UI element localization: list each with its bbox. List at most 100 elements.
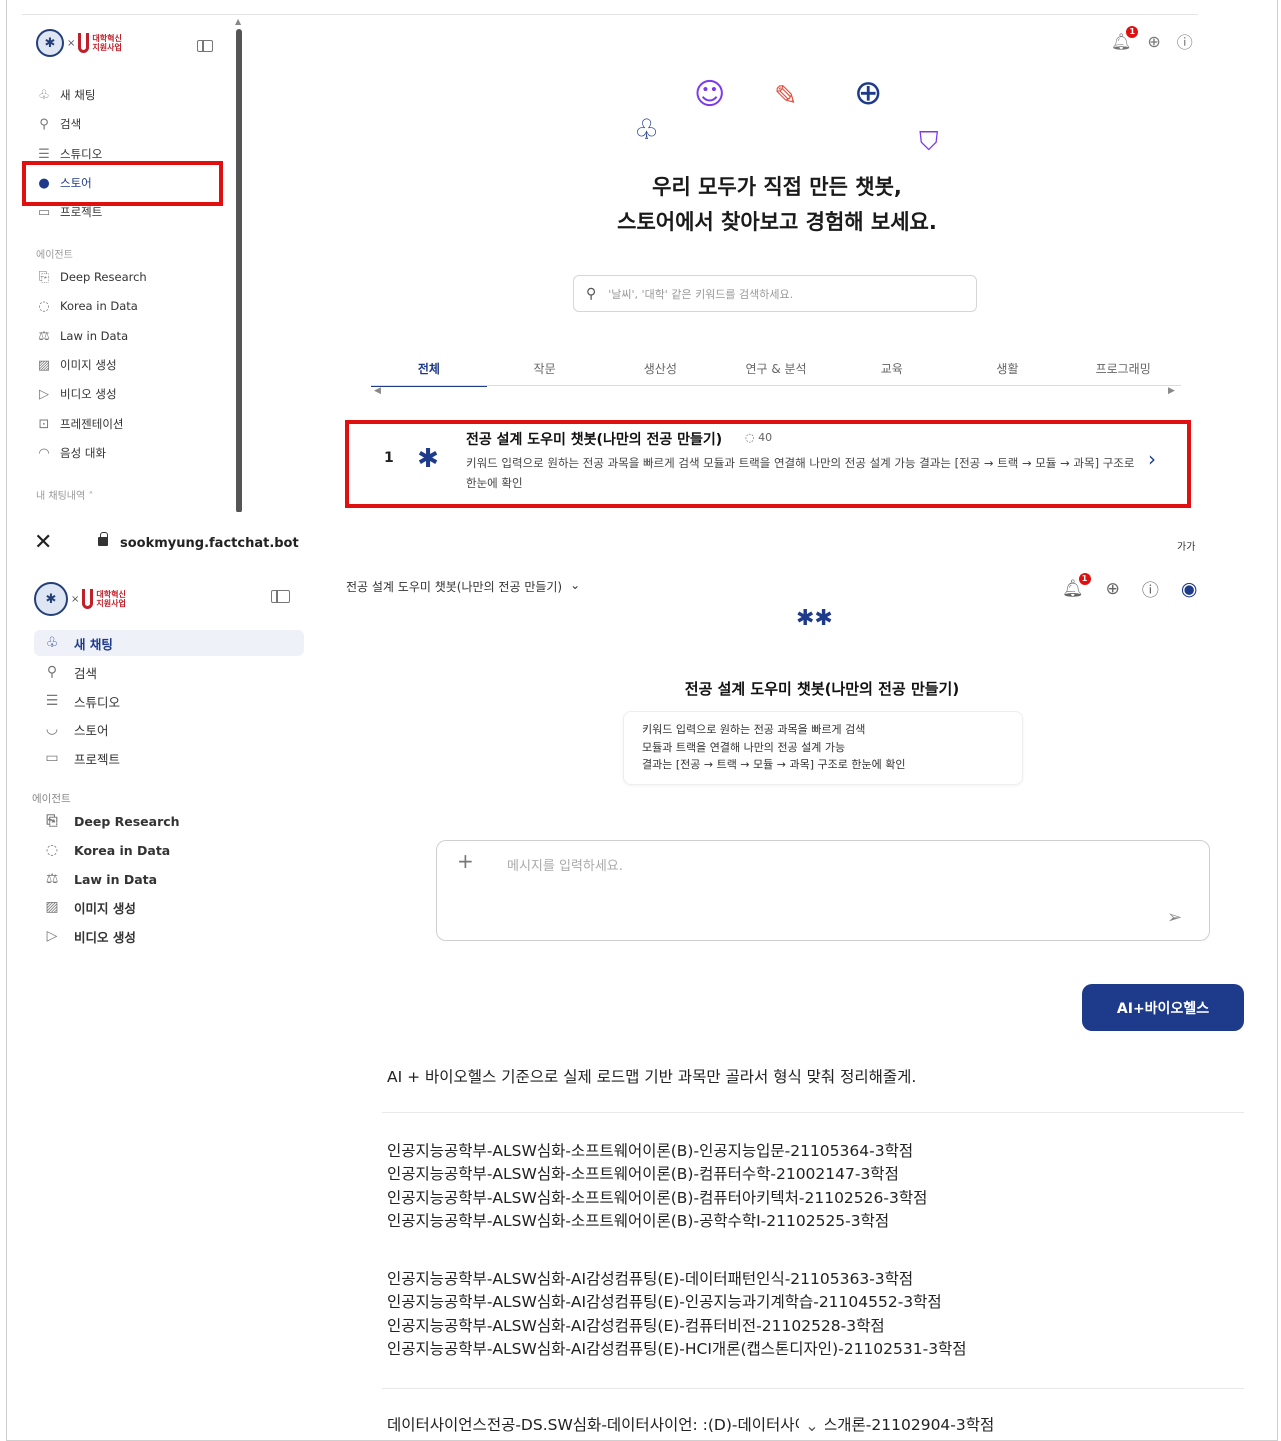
header-icons: 🔔︎ 1 ⊕ ⓘ ◉: [1062, 572, 1198, 601]
message-input[interactable]: 메시지를 입력하세요.: [507, 855, 623, 874]
tab-productivity[interactable]: 생산성: [602, 360, 718, 387]
notification-badge: 1: [1078, 572, 1091, 585]
deep-research-icon: ⎘: [46, 813, 58, 829]
help-icon[interactable]: ⓘ: [1177, 29, 1193, 53]
course-line: 인공지능공학부-ALSW심화-소프트웨어이론(B)-인공지능입문-2110536…: [387, 1142, 914, 1160]
sidebar-item-law-in-data[interactable]: ⚖ Law in Data: [34, 866, 304, 892]
highlight-chatbot: [345, 420, 1191, 508]
lightbulb-icon: ♧: [634, 113, 660, 146]
sidebar-item-video[interactable]: ▷ 비디오 생성: [36, 383, 117, 405]
course-line: 인공지능공학부-ALSW심화-AI감성컴퓨팅(E)-인공지능과기계학습-2110…: [387, 1293, 942, 1312]
sidebar-item-presentation[interactable]: ⊡ 프레젠테이션: [36, 413, 124, 435]
sidebar-item-search[interactable]: ⚲ 검색: [34, 659, 304, 685]
notification-badge: 1: [1126, 25, 1139, 38]
video-icon: ▷: [46, 928, 58, 944]
divider: [382, 1388, 1244, 1389]
new-chat-icon: ♧: [38, 87, 50, 103]
scroll-down-icon[interactable]: ⌄: [799, 1416, 825, 1435]
highlight-store: [22, 161, 223, 206]
bell-icon[interactable]: 🔔︎ 1: [1062, 572, 1091, 599]
send-icon[interactable]: ➢: [1167, 907, 1182, 928]
course-line: 인공지능공학부-ALSW심화-AI감성컴퓨팅(E)-데이터패턴인식-211053…: [387, 1270, 914, 1288]
message-composer[interactable]: + 메시지를 입력하세요. ➢: [436, 840, 1210, 941]
presentation-icon: ⊡: [38, 416, 50, 432]
video-icon: ▷: [39, 386, 49, 402]
chatbot-selector[interactable]: 전공 설계 도우미 챗봇(나만의 전공 만들기) ⌄: [346, 578, 580, 595]
sidebar-toggle-icon[interactable]: [271, 590, 290, 603]
sidebar-item-deep-research[interactable]: ⎘ Deep Research: [36, 266, 147, 288]
sidebar-item-store[interactable]: ◡ 스토어: [34, 716, 304, 742]
sidebar-item-new-chat[interactable]: ♧ 새 채팅: [36, 84, 95, 106]
globe-icon[interactable]: ⊕: [1106, 579, 1120, 599]
plus-icon[interactable]: +: [457, 849, 474, 873]
sidebar-item-korea-in-data[interactable]: ◌ Korea in Data: [34, 837, 304, 863]
url-text[interactable]: sookmyung.factchat.bot: [120, 536, 299, 551]
course-line: 인공지능공학부-ALSW심화-소프트웨어이론(B)-컴퓨터아키텍처-211025…: [387, 1188, 928, 1207]
scroll-right-icon[interactable]: ▶: [1168, 386, 1175, 396]
chevron-down-icon: ⌄: [570, 578, 581, 592]
course-line: 인공지능공학부-ALSW심화-AI감성컴퓨팅(E)-컴퓨터비전-21102528…: [387, 1316, 885, 1335]
sidebar-item-image[interactable]: ▨ 이미지 생성: [36, 354, 117, 376]
image-icon: ▨: [45, 899, 59, 915]
browser-bar: ✕ sookmyung.factchat.bot 가가: [22, 528, 1218, 564]
sidebar-item-voice[interactable]: ◠ 음성 대화: [36, 442, 106, 464]
tab-programming[interactable]: 프로그래밍: [1065, 360, 1181, 387]
tab-divider: [371, 385, 1181, 386]
sidebar-item-search[interactable]: ⚲ 검색: [36, 113, 81, 135]
globe-deco-icon: ⊕: [854, 73, 883, 113]
pencil-icon: ✎: [774, 79, 798, 112]
store-icon: ◡: [45, 721, 59, 737]
scroll-left-icon[interactable]: ◀: [374, 386, 381, 396]
hero-heading: 우리 모두가 직접 만든 챗봇, 스토어에서 찾아보고 경험해 보세요.: [617, 175, 937, 234]
sidebar-item-project[interactable]: ▭ 프로젝트: [34, 745, 304, 771]
sidebar-scrollbar[interactable]: [236, 29, 242, 512]
bot-description: 키워드 입력으로 원하는 전공 과목을 빠르게 검색 모듈과 트랙을 연결해 나…: [623, 711, 1023, 785]
bot-title: 전공 설계 도우미 챗봇(나만의 전공 만들기): [684, 680, 960, 698]
help-icon[interactable]: ⓘ: [1142, 576, 1159, 601]
bot-avatar-icon: ✱✱: [796, 606, 833, 631]
korea-data-icon: ◌: [38, 298, 50, 314]
university-logo[interactable]: ✱ × 대학혁신 지원사업: [34, 582, 126, 616]
search-icon: ⚲: [39, 116, 49, 132]
history-section-label[interactable]: 내 채팅내역 ˄: [36, 487, 93, 502]
studio-icon: ☰: [38, 146, 50, 162]
sidebar-toggle-icon[interactable]: [197, 40, 213, 52]
folder-icon: ▭: [37, 204, 51, 220]
text-size-button[interactable]: 가가: [1177, 538, 1195, 553]
university-logo[interactable]: ✱ × 대학혁신 지원사업: [36, 29, 122, 57]
sidebar-item-studio[interactable]: ☰ 스튜디오: [34, 688, 304, 714]
graduation-cap-icon: ⛉: [919, 127, 939, 157]
profile-icon[interactable]: ◉: [1181, 578, 1198, 600]
scroll-up-arrow-icon[interactable]: ▲: [235, 17, 241, 26]
tab-life[interactable]: 생활: [950, 360, 1066, 387]
user-message: AI+바이오헬스: [1082, 984, 1244, 1031]
tab-writing[interactable]: 작문: [487, 360, 603, 387]
course-line: 인공지능공학부-ALSW심화-소프트웨어이론(B)-컴퓨터수학-21002147…: [387, 1165, 899, 1184]
sidebar-item-new-chat[interactable]: ♧ 새 채팅: [34, 630, 304, 656]
top-icons: 🔔︎ 1 ⊕ ⓘ: [1111, 25, 1193, 53]
sidebar-item-korea-in-data[interactable]: ◌ Korea in Data: [36, 295, 138, 317]
scale-icon: ⚖: [38, 328, 50, 344]
lock-icon: [98, 532, 108, 546]
header-title: 전공 설계 도우미 챗봇(나만의 전공 만들기): [346, 580, 563, 594]
folder-icon: ▭: [45, 750, 59, 766]
sidebar-item-law-in-data[interactable]: ⚖ Law in Data: [36, 325, 128, 347]
sidebar-item-video[interactable]: ▷ 비디오 생성: [34, 923, 304, 949]
sidebar: ✱ × 대학혁신 지원사업 ♧ 새 채팅 ⚲ 검색 ☰ 스튜디오 ● 스토어 ▭ 프로젝트…: [22, 15, 232, 512]
globe-icon[interactable]: ⊕: [1147, 32, 1160, 51]
sidebar-item-image[interactable]: ▨ 이미지 생성: [34, 894, 304, 920]
tab-all[interactable]: 전체: [371, 360, 487, 387]
course-line-partial: 데이터사이언스전공-DS.SW심화-데이터사이언: :(D)-데이터사이언스개론…: [387, 1416, 995, 1434]
smile-icon: ☺: [694, 77, 726, 112]
tab-research[interactable]: 연구 & 분석: [718, 360, 834, 387]
tab-education[interactable]: 교육: [834, 360, 950, 387]
agents-section-label: 에이전트: [36, 250, 73, 261]
u-logo-icon: [78, 33, 90, 53]
sidebar-item-deep-research[interactable]: ⎘ Deep Research: [34, 808, 304, 834]
store-search-input[interactable]: ⚲ '날씨', '대학' 같은 키워드를 검색하세요.: [573, 275, 977, 312]
chevron-up-icon: ˄: [88, 491, 94, 502]
close-icon[interactable]: ✕: [34, 530, 52, 555]
course-line: 인공지능공학부-ALSW심화-AI감성컴퓨팅(E)-HCI개론(캡스톤디자인)-…: [387, 1339, 967, 1358]
bell-icon[interactable]: 🔔︎ 1: [1111, 25, 1139, 51]
deep-research-icon: ⎘: [38, 269, 50, 285]
